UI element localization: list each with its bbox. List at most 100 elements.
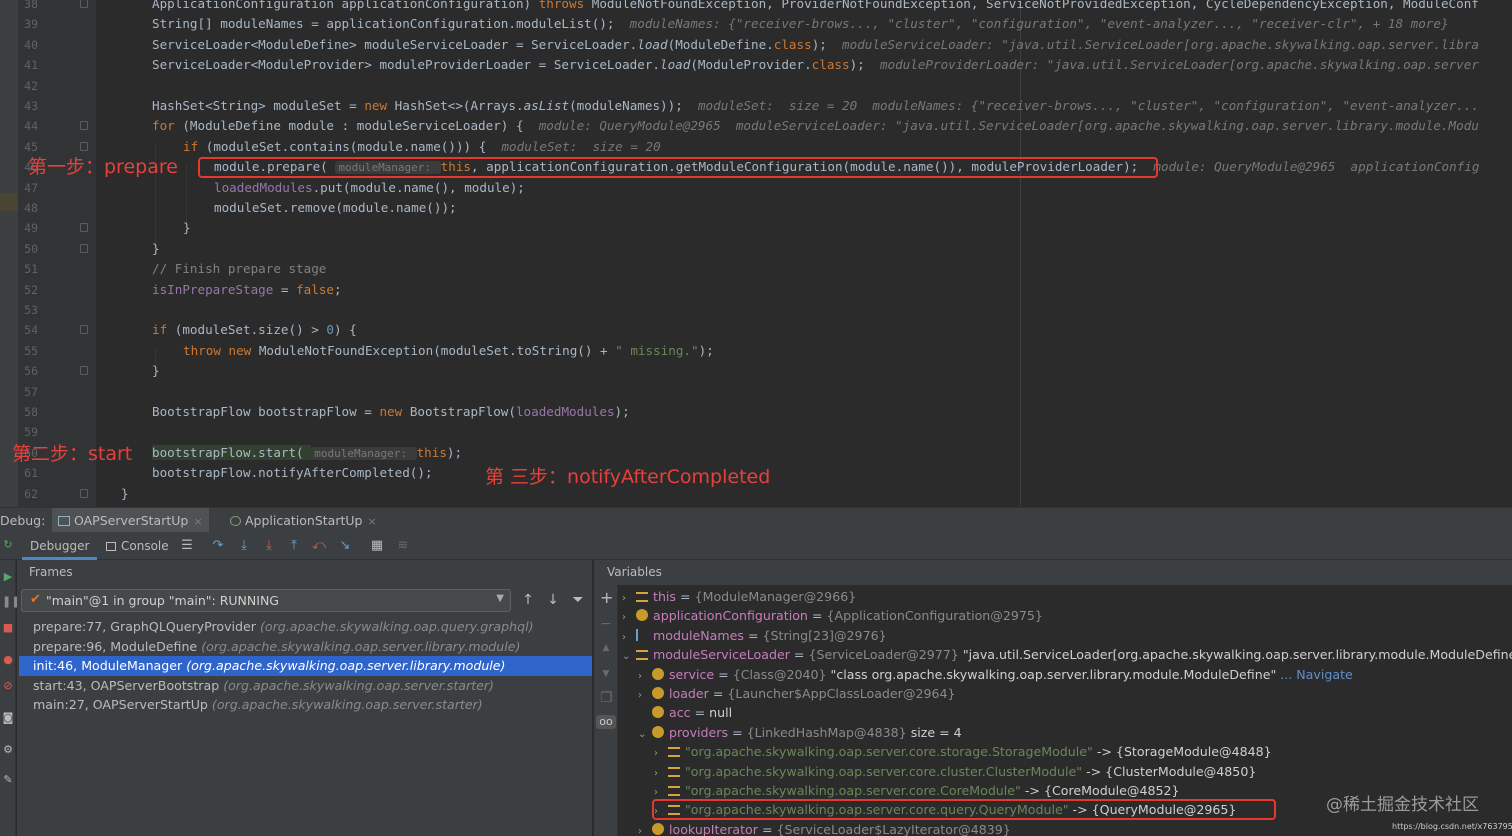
- drop-frame-icon[interactable]: ⤺: [312, 539, 326, 553]
- variable-row[interactable]: › service = {Class@2040} "class org.apach…: [638, 665, 1353, 684]
- frame-row[interactable]: prepare:77, GraphQLQueryProvider (org.ap…: [19, 617, 592, 637]
- code-token: ApplicationConfiguration applicationConf…: [152, 0, 539, 11]
- code-line: 48 moduleSet.remove(module.name());: [0, 198, 1512, 218]
- settings-icon[interactable]: ⚙: [2, 744, 14, 756]
- move-up-icon[interactable]: ▲: [600, 641, 612, 655]
- chevron-right-icon[interactable]: ›: [622, 632, 636, 643]
- resume-icon[interactable]: ▶: [2, 571, 14, 583]
- variable-row[interactable]: › lookupIterator = {ServiceLoader$LazyIte…: [638, 820, 1011, 836]
- fold-icon[interactable]: [80, 0, 88, 8]
- line-number[interactable]: 55: [18, 341, 38, 361]
- inline-debug-value: moduleProviderLoader: "java.util.Service…: [879, 57, 1479, 73]
- tab-debugger[interactable]: Debugger: [22, 532, 98, 560]
- chevron-right-icon[interactable]: ›: [638, 690, 652, 701]
- trace-stream-icon[interactable]: ≋: [396, 539, 410, 553]
- glasses-icon[interactable]: oo: [596, 715, 616, 729]
- stop-icon[interactable]: ■: [2, 622, 14, 634]
- chevron-down-icon[interactable]: ⌄: [638, 729, 652, 740]
- frame-row[interactable]: prepare:96, ModuleDefine (org.apache.sky…: [19, 637, 592, 657]
- variable-row[interactable]: ⌄ providers = {LinkedHashMap@4838} size =…: [638, 723, 962, 742]
- pause-icon[interactable]: ❚❚: [2, 596, 20, 608]
- evaluate-expression-icon[interactable]: ▦: [370, 539, 384, 553]
- frame-row[interactable]: start:43, OAPServerBootstrap (org.apache…: [19, 676, 592, 696]
- chevron-right-icon[interactable]: ›: [654, 768, 668, 779]
- run-tab-oapserverstartup[interactable]: OAPServerStartUp ×: [52, 508, 209, 533]
- line-number[interactable]: 62: [18, 484, 38, 504]
- step-into-icon[interactable]: ⤓: [237, 539, 251, 553]
- step-out-icon[interactable]: ⤒: [287, 539, 301, 553]
- line-number[interactable]: 47: [18, 178, 38, 198]
- fold-icon[interactable]: [80, 366, 88, 376]
- camera-icon[interactable]: ◙: [2, 712, 14, 724]
- variable-row[interactable]: › "org.apache.skywalking.oap.server.core.…: [654, 781, 1180, 800]
- thread-selector[interactable]: ✔ "main"@1 in group "main": RUNNING ▼: [21, 589, 511, 612]
- line-number[interactable]: 41: [18, 55, 38, 75]
- variable-row[interactable]: › "org.apache.skywalking.oap.server.core.…: [654, 762, 1256, 781]
- frame-up-icon[interactable]: ↑: [519, 591, 537, 609]
- chevron-right-icon[interactable]: ›: [622, 612, 636, 623]
- variable-row[interactable]: › "org.apache.skywalking.oap.server.core.…: [654, 742, 1272, 761]
- inline-debug-value: moduleSet: size = 20 moduleNames: {"rece…: [697, 98, 1479, 113]
- line-number[interactable]: 51: [18, 259, 38, 279]
- run-to-cursor-icon[interactable]: ↘: [338, 539, 352, 553]
- line-number[interactable]: 38: [18, 0, 38, 14]
- pin-icon[interactable]: ✎: [2, 774, 14, 786]
- fold-icon[interactable]: [80, 243, 88, 253]
- filter-icon[interactable]: ⏷: [569, 591, 587, 609]
- close-icon[interactable]: ×: [367, 515, 376, 528]
- mute-breakpoints-icon[interactable]: ⊘: [2, 680, 14, 692]
- line-number[interactable]: 52: [18, 280, 38, 300]
- layout-settings-icon[interactable]: ☰: [180, 539, 194, 553]
- line-number[interactable]: 54: [18, 320, 38, 340]
- fold-icon[interactable]: [80, 141, 88, 151]
- line-number[interactable]: 43: [18, 96, 38, 116]
- chevron-right-icon[interactable]: ›: [622, 593, 636, 604]
- fold-icon[interactable]: [80, 223, 88, 233]
- line-number[interactable]: 61: [18, 463, 38, 483]
- fold-icon[interactable]: [80, 488, 88, 498]
- code-editor[interactable]: 38 ApplicationConfiguration applicationCo…: [0, 0, 1512, 507]
- frame-row[interactable]: main:27, OAPServerStartUp (org.apache.sk…: [19, 695, 592, 715]
- variable-row[interactable]: › moduleNames = {String[23]@2976}: [622, 626, 887, 645]
- step3-annotation: 第 三步：notifyAfterCompleted: [485, 466, 771, 488]
- chevron-right-icon[interactable]: ›: [638, 671, 652, 682]
- remove-watch-icon[interactable]: −: [600, 617, 612, 631]
- line-number[interactable]: 39: [18, 14, 38, 34]
- close-icon[interactable]: ×: [193, 515, 202, 528]
- line-number[interactable]: 56: [18, 361, 38, 381]
- line-number[interactable]: 44: [18, 116, 38, 136]
- variable-row[interactable]: › this = {ModuleManager@2966}: [622, 587, 856, 606]
- chevron-right-icon[interactable]: ›: [654, 748, 668, 759]
- code-line: 47 loadedModules.put(module.name(), modul…: [0, 178, 1512, 198]
- run-tab-applicationstartup[interactable]: ApplicationStartUp ×: [224, 508, 383, 533]
- force-step-into-icon[interactable]: ⤓: [262, 539, 276, 553]
- line-number[interactable]: 50: [18, 239, 38, 259]
- line-number[interactable]: 57: [18, 382, 38, 402]
- variable-row[interactable]: acc = null: [638, 703, 732, 722]
- line-number[interactable]: 42: [18, 76, 38, 96]
- move-down-icon[interactable]: ▼: [600, 667, 612, 681]
- chevron-right-icon[interactable]: ›: [654, 787, 668, 798]
- line-number[interactable]: 40: [18, 35, 38, 55]
- step1-annotation: 第一步：prepare: [28, 156, 178, 178]
- line-number[interactable]: 48: [18, 198, 38, 218]
- copy-icon[interactable]: ❐: [600, 691, 613, 705]
- add-watch-icon[interactable]: +: [600, 590, 613, 606]
- step-over-icon[interactable]: ↷: [211, 539, 225, 553]
- tab-console[interactable]: Console: [98, 532, 177, 560]
- view-breakpoints-icon[interactable]: ●: [2, 654, 14, 666]
- variable-row[interactable]: › loader = {Launcher$AppClassLoader@2964}: [638, 684, 956, 703]
- navigate-link[interactable]: ... Navigate: [1280, 667, 1353, 682]
- chevron-right-icon[interactable]: ›: [638, 826, 652, 836]
- rerun-icon[interactable]: ↻: [2, 539, 14, 551]
- variable-row[interactable]: › applicationConfiguration = {Application…: [622, 606, 1043, 625]
- frame-row[interactable]: init:46, ModuleManager (org.apache.skywa…: [19, 656, 592, 676]
- line-number[interactable]: 49: [18, 218, 38, 238]
- frame-down-icon[interactable]: ↓: [544, 591, 562, 609]
- variable-row[interactable]: ⌄ moduleServiceLoader = {ServiceLoader@29…: [622, 645, 1512, 664]
- line-number[interactable]: 53: [18, 300, 38, 320]
- chevron-down-icon[interactable]: ⌄: [622, 651, 636, 662]
- fold-icon[interactable]: [80, 121, 88, 131]
- fold-icon[interactable]: [80, 325, 88, 335]
- line-number[interactable]: 58: [18, 402, 38, 422]
